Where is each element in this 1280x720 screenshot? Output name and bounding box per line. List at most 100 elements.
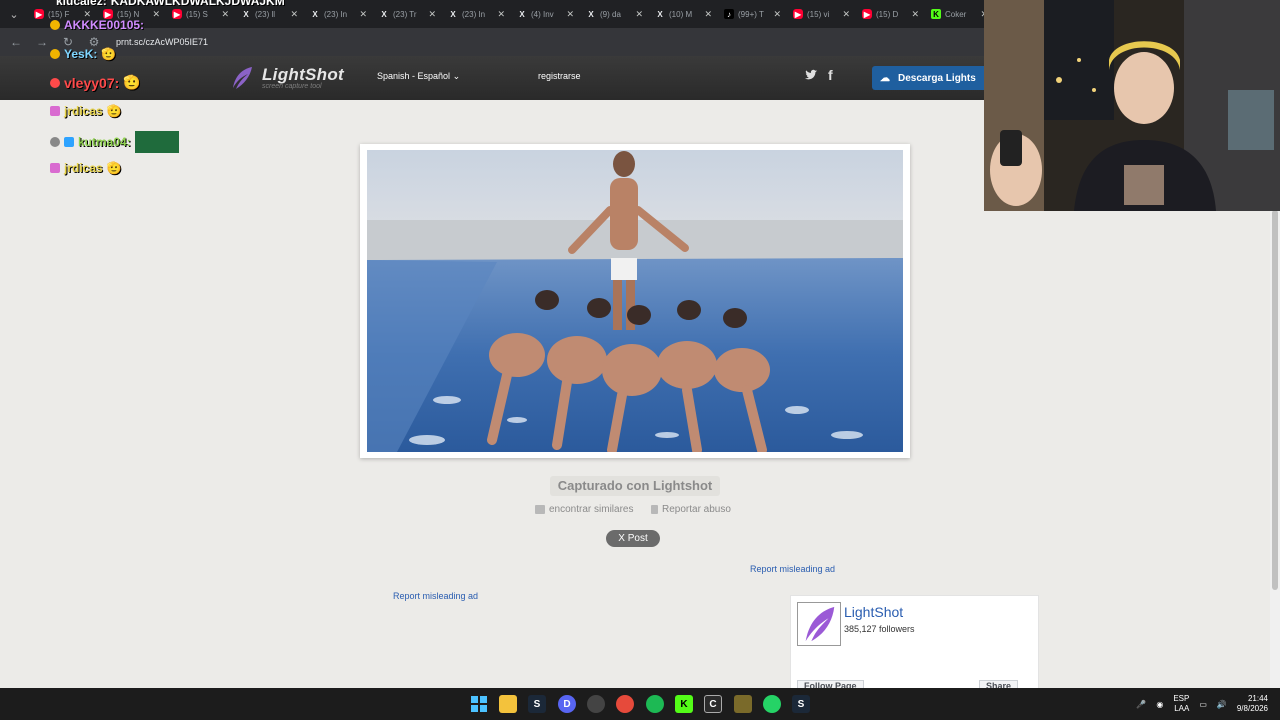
tab-search-chevron-icon[interactable]: ⌄	[0, 0, 28, 28]
file-explorer-icon[interactable]	[499, 695, 517, 713]
chat-username: kiucalez:	[56, 0, 107, 8]
kick-icon: K	[931, 9, 941, 19]
display-icon[interactable]: ▭	[1199, 700, 1207, 709]
browser-tab[interactable]: X (4) Inv ✕	[511, 2, 580, 26]
chat-line: jrdicas 🫡	[50, 161, 122, 175]
keyboard-language[interactable]: ESP LAA	[1173, 694, 1189, 714]
tab-title: (15) S	[186, 9, 208, 19]
facebook-icon[interactable]: f	[828, 67, 833, 83]
x-icon: X	[312, 9, 318, 19]
tab-title: (15) vi	[807, 9, 830, 19]
x-icon: X	[588, 9, 594, 19]
steam-icon[interactable]: S	[528, 695, 546, 713]
download-label: Descarga Lights	[898, 72, 976, 84]
chat-message: KADKAWLKDWALKJDWAJKM	[110, 0, 285, 8]
close-tab-icon[interactable]: ✕	[290, 9, 298, 20]
page-name[interactable]: LightShot	[844, 604, 903, 620]
download-button[interactable]: ☁ Descarga Lights	[872, 66, 992, 90]
spotify-icon[interactable]	[646, 695, 664, 713]
close-tab-icon[interactable]: ✕	[911, 9, 919, 20]
microphone-icon[interactable]: 🎤	[1136, 700, 1146, 709]
lightshot-logo[interactable]: LightShot screen capture tool	[228, 64, 344, 92]
page-scrollbar[interactable]	[1270, 210, 1280, 688]
chevron-down-icon: ⌄	[452, 71, 461, 81]
clock-date: 9/8/2026	[1236, 704, 1268, 713]
browser-tab[interactable]: ▶ (15) D ✕	[856, 2, 925, 26]
chat-line: kutma04:	[50, 131, 179, 153]
tab-title: (23) In	[324, 9, 348, 19]
discord-icon[interactable]: D	[558, 695, 576, 713]
close-tab-icon[interactable]: ✕	[842, 9, 850, 20]
kick-icon[interactable]: K	[675, 695, 693, 713]
report-misleading-ad-link[interactable]: Report misleading ad	[750, 564, 835, 574]
volume-icon[interactable]: 🔊	[1217, 700, 1227, 709]
camera-icon	[535, 505, 545, 514]
captured-label: Capturado con Lightshot	[550, 476, 720, 496]
tab-title: (99+) T	[738, 9, 764, 19]
webcam-overlay	[984, 0, 1280, 211]
back-arrow-icon[interactable]: ←	[8, 35, 24, 49]
emote-icon	[134, 131, 179, 153]
app-icon[interactable]	[734, 695, 752, 713]
browser-tab[interactable]: X (23) In ✕	[442, 2, 511, 26]
close-tab-icon[interactable]: ✕	[152, 9, 160, 20]
tab-title: (4) Inv	[531, 9, 554, 19]
twitter-icon[interactable]	[804, 68, 820, 84]
youtube-icon: ▶	[793, 9, 803, 19]
browser-tab[interactable]: X (9) da ✕	[580, 2, 649, 26]
language-layout: LAA	[1174, 704, 1190, 713]
ccleaner-icon[interactable]: C	[704, 695, 722, 713]
register-link[interactable]: registrarse	[538, 71, 581, 81]
youtube-icon: ▶	[862, 9, 872, 19]
chat-line: jrdicas 🫡	[50, 104, 122, 118]
chat-username: YesK:	[64, 47, 98, 61]
windows-start-icon[interactable]	[470, 695, 488, 713]
badge-icon	[64, 137, 74, 147]
close-tab-icon[interactable]: ✕	[773, 9, 781, 20]
browser-tab[interactable]: X (23) In ✕	[304, 2, 373, 26]
chat-username: jrdicas	[64, 161, 103, 175]
emote-icon: 🫡	[106, 104, 122, 118]
youtube-icon: ▶	[172, 9, 182, 19]
close-tab-icon[interactable]: ✕	[359, 9, 367, 20]
chrome-icon[interactable]	[616, 695, 634, 713]
report-misleading-ad-link[interactable]: Report misleading ad	[393, 591, 478, 601]
browser-tab[interactable]: X (10) M ✕	[649, 2, 718, 26]
badge-icon	[50, 77, 60, 88]
screenshot-image[interactable]	[367, 150, 903, 452]
forward-arrow-icon[interactable]: →	[34, 35, 50, 49]
close-tab-icon[interactable]: ✕	[704, 9, 712, 20]
whatsapp-icon[interactable]	[763, 695, 781, 713]
scrollbar-thumb[interactable]	[1272, 210, 1278, 590]
chat-line: vleyy07: 🫡	[50, 74, 141, 91]
report-abuse-link[interactable]: Reportar abuso	[651, 504, 731, 515]
language-code: ESP	[1173, 694, 1190, 703]
app-icon[interactable]	[587, 695, 605, 713]
browser-tab[interactable]: ♪ (99+) T ✕	[718, 2, 787, 26]
windows-taskbar: S D K C S 🎤 ◉ ESP LAA ▭ 🔊 21:44 9/8/2026	[0, 688, 1280, 720]
tab-title: (23) ll	[255, 9, 276, 19]
browser-tab[interactable]: ▶ (15) vi ✕	[787, 2, 856, 26]
close-tab-icon[interactable]: ✕	[635, 9, 643, 20]
followers-count: 385,127 followers	[844, 624, 915, 634]
clock[interactable]: 21:44 9/8/2026	[1237, 694, 1268, 714]
tab-title: (15) D	[876, 9, 899, 19]
close-tab-icon[interactable]: ✕	[566, 9, 574, 20]
steam-icon[interactable]: S	[792, 695, 810, 713]
x-icon: X	[450, 9, 456, 19]
network-icon[interactable]: ◉	[1156, 700, 1163, 709]
browser-tab[interactable]: X (23) Tr ✕	[373, 2, 442, 26]
badge-icon	[50, 137, 60, 147]
url-field[interactable]: prnt.sc/czAcWP05IE71	[116, 37, 208, 47]
find-similar-link[interactable]: encontrar similares	[535, 504, 633, 515]
close-tab-icon[interactable]: ✕	[428, 9, 436, 20]
language-selector[interactable]: Spanish - Español ⌄	[377, 71, 460, 82]
close-tab-icon[interactable]: ✕	[221, 9, 229, 20]
chat-line: AKKKE00105:	[50, 18, 144, 32]
page-avatar[interactable]	[797, 602, 841, 646]
chat-username: jrdicas	[64, 104, 103, 118]
youtube-icon: ▶	[34, 9, 44, 19]
close-tab-icon[interactable]: ✕	[497, 9, 505, 20]
x-post-button[interactable]: X Post	[606, 530, 660, 547]
chat-username: vleyy07:	[64, 74, 120, 91]
